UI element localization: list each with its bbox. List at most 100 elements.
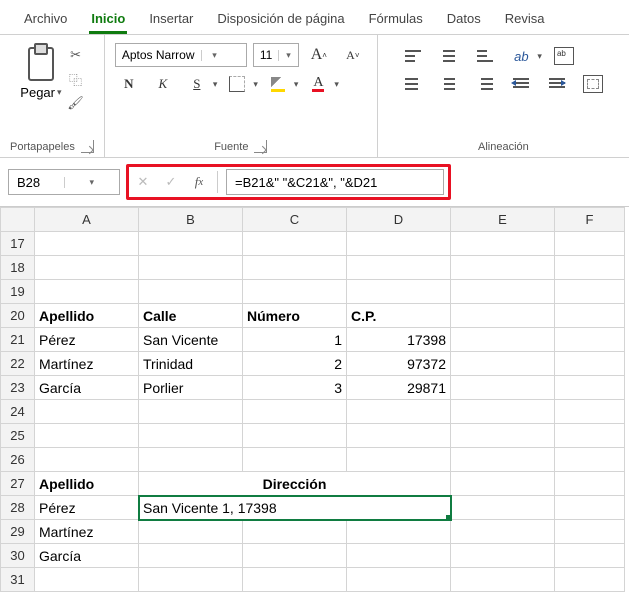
row-header[interactable]: 18 bbox=[1, 256, 35, 280]
row-header[interactable]: 28 bbox=[1, 496, 35, 520]
cell[interactable]: 29871 bbox=[347, 376, 451, 400]
row-header[interactable]: 30 bbox=[1, 544, 35, 568]
cell[interactable] bbox=[347, 232, 451, 256]
paste-icon[interactable] bbox=[24, 43, 58, 83]
tab-formulas[interactable]: Fórmulas bbox=[357, 6, 435, 34]
increase-font-icon[interactable]: A˄ bbox=[305, 44, 333, 66]
cell[interactable] bbox=[451, 472, 555, 496]
cell[interactable] bbox=[451, 352, 555, 376]
orientation-icon[interactable]: ab bbox=[507, 45, 535, 67]
cell[interactable] bbox=[35, 400, 139, 424]
cell[interactable] bbox=[347, 520, 451, 544]
cell[interactable] bbox=[555, 472, 625, 496]
cell[interactable] bbox=[555, 376, 625, 400]
tab-archivo[interactable]: Archivo bbox=[12, 6, 79, 34]
fill-color-icon[interactable] bbox=[264, 73, 292, 95]
align-center-icon[interactable] bbox=[435, 73, 463, 95]
merge-center-icon[interactable] bbox=[579, 73, 607, 95]
cell[interactable]: 2 bbox=[243, 352, 347, 376]
cell[interactable] bbox=[243, 520, 347, 544]
cell[interactable] bbox=[243, 448, 347, 472]
col-header[interactable]: F bbox=[555, 208, 625, 232]
chevron-down-icon[interactable]: ▾ bbox=[201, 50, 228, 61]
cell[interactable] bbox=[139, 424, 243, 448]
cell[interactable]: San Vicente bbox=[139, 328, 243, 352]
cell[interactable] bbox=[347, 256, 451, 280]
cell[interactable] bbox=[451, 376, 555, 400]
cell[interactable] bbox=[243, 568, 347, 592]
cell[interactable]: Pérez bbox=[35, 328, 139, 352]
cell[interactable]: Número bbox=[243, 304, 347, 328]
cell[interactable] bbox=[243, 544, 347, 568]
align-middle-icon[interactable] bbox=[435, 45, 463, 67]
cut-icon[interactable]: ✂ bbox=[68, 47, 84, 63]
chevron-down-icon[interactable]: ▾ bbox=[537, 51, 542, 62]
cell[interactable]: Pérez bbox=[35, 496, 139, 520]
cell[interactable] bbox=[347, 448, 451, 472]
chevron-down-icon[interactable]: ▾ bbox=[213, 79, 218, 90]
cell[interactable]: Porlier bbox=[139, 376, 243, 400]
font-size-combo[interactable]: 11 ▾ bbox=[253, 43, 299, 67]
cell[interactable] bbox=[451, 568, 555, 592]
cell[interactable] bbox=[35, 568, 139, 592]
row-header[interactable]: 17 bbox=[1, 232, 35, 256]
tab-revisar[interactable]: Revisa bbox=[493, 6, 557, 34]
row-header[interactable]: 29 bbox=[1, 520, 35, 544]
chevron-down-icon[interactable]: ▾ bbox=[278, 50, 298, 61]
grid-table[interactable]: A B C D E F 17181920ApellidoCalleNúmeroC… bbox=[0, 207, 625, 592]
cell[interactable] bbox=[243, 256, 347, 280]
increase-indent-icon[interactable] bbox=[543, 73, 571, 95]
dialog-launcher-icon[interactable] bbox=[81, 140, 94, 153]
cell[interactable] bbox=[451, 424, 555, 448]
cell[interactable] bbox=[451, 280, 555, 304]
cell[interactable] bbox=[243, 232, 347, 256]
row-header[interactable]: 22 bbox=[1, 352, 35, 376]
chevron-down-icon[interactable]: ▾ bbox=[334, 79, 339, 90]
cell[interactable] bbox=[35, 280, 139, 304]
cell[interactable] bbox=[35, 256, 139, 280]
paste-label[interactable]: Pegar bbox=[20, 85, 55, 100]
cell[interactable]: C.P. bbox=[347, 304, 451, 328]
format-painter-icon[interactable]: 🖌 bbox=[68, 95, 84, 111]
cell[interactable] bbox=[139, 568, 243, 592]
decrease-font-icon[interactable]: A˅ bbox=[339, 44, 367, 66]
cell[interactable] bbox=[139, 400, 243, 424]
row-header[interactable]: 24 bbox=[1, 400, 35, 424]
cell[interactable]: Apellido bbox=[35, 304, 139, 328]
cell[interactable] bbox=[555, 328, 625, 352]
formula-input[interactable]: =B21&" "&C21&", "&D21 bbox=[226, 169, 444, 195]
align-bottom-icon[interactable] bbox=[471, 45, 499, 67]
border-icon[interactable] bbox=[223, 73, 251, 95]
cell[interactable] bbox=[139, 256, 243, 280]
cell[interactable] bbox=[555, 352, 625, 376]
chevron-down-icon[interactable]: ▾ bbox=[294, 79, 299, 90]
col-header[interactable]: B bbox=[139, 208, 243, 232]
cell[interactable] bbox=[555, 280, 625, 304]
cell[interactable] bbox=[555, 496, 625, 520]
cell[interactable] bbox=[555, 424, 625, 448]
cell[interactable] bbox=[35, 424, 139, 448]
cell[interactable]: García bbox=[35, 544, 139, 568]
cell[interactable] bbox=[347, 424, 451, 448]
col-header[interactable]: A bbox=[35, 208, 139, 232]
underline-button[interactable]: S bbox=[183, 73, 211, 95]
copy-icon[interactable]: ⿻ bbox=[68, 71, 84, 87]
cell[interactable]: 17398 bbox=[347, 328, 451, 352]
cell[interactable] bbox=[451, 448, 555, 472]
dialog-launcher-icon[interactable] bbox=[254, 140, 267, 153]
cell[interactable] bbox=[139, 520, 243, 544]
cell[interactable] bbox=[347, 544, 451, 568]
cell[interactable]: 97372 bbox=[347, 352, 451, 376]
font-name-combo[interactable]: Aptos Narrow ▾ bbox=[115, 43, 247, 67]
font-color-icon[interactable]: A bbox=[304, 73, 332, 95]
name-box[interactable]: B28 ▾ bbox=[8, 169, 120, 195]
tab-disposicion[interactable]: Disposición de página bbox=[205, 6, 356, 34]
cell[interactable] bbox=[451, 400, 555, 424]
cell[interactable] bbox=[35, 232, 139, 256]
cell[interactable]: Dirección bbox=[139, 472, 451, 496]
row-header[interactable]: 20 bbox=[1, 304, 35, 328]
cell[interactable] bbox=[243, 424, 347, 448]
cell[interactable] bbox=[451, 232, 555, 256]
wrap-text-icon[interactable] bbox=[550, 45, 578, 67]
cell[interactable] bbox=[139, 232, 243, 256]
